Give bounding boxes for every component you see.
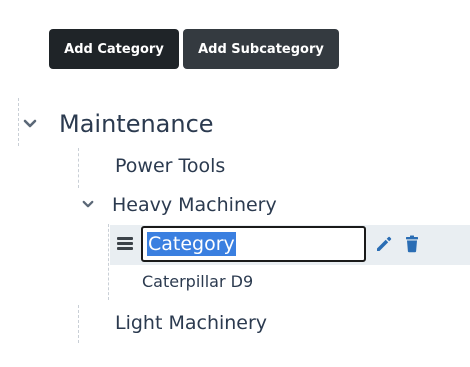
tree-guide-level2 <box>108 224 109 300</box>
tree-node-heavy-machinery[interactable]: Heavy Machinery <box>112 196 277 215</box>
tree-node-power-tools[interactable]: Power Tools <box>115 157 225 176</box>
tree-node-caterpillar-d9[interactable]: Caterpillar D9 <box>142 274 253 290</box>
category-name-input[interactable]: Category <box>141 226 366 262</box>
chevron-down-icon[interactable] <box>23 119 37 129</box>
pencil-icon[interactable] <box>374 234 394 254</box>
tree-guide-level1-lower <box>78 305 79 343</box>
tree-node-light-machinery[interactable]: Light Machinery <box>115 314 267 333</box>
add-category-button[interactable]: Add Category <box>49 29 179 69</box>
add-subcategory-button[interactable]: Add Subcategory <box>183 29 339 69</box>
tree-guide-root <box>18 98 19 146</box>
trash-icon[interactable] <box>402 234 422 254</box>
tree-node-maintenance[interactable]: Maintenance <box>59 112 214 136</box>
chevron-down-icon[interactable] <box>82 200 94 209</box>
tree-guide-level1 <box>78 148 79 188</box>
drag-handle-icon[interactable] <box>117 237 133 251</box>
category-name-value: Category <box>147 232 236 256</box>
